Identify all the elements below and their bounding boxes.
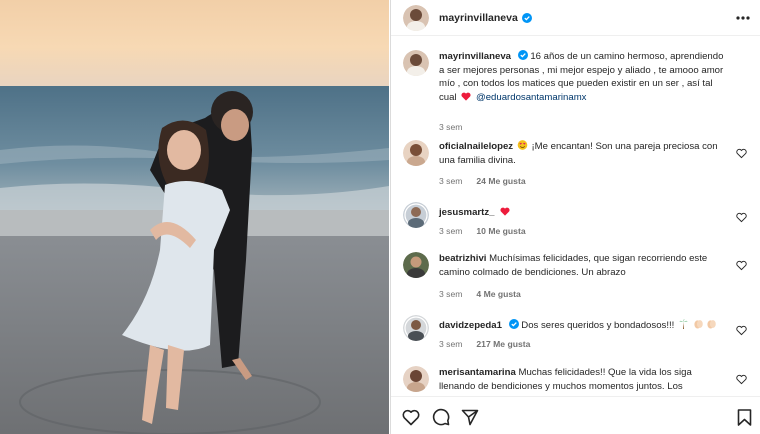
comment-meta: 3 sem 24 Me gusta [439,176,540,186]
comment-time[interactable]: 3 sem [439,226,462,236]
comment-likes[interactable]: 24 Me gusta [476,176,525,186]
comment-likes[interactable]: 4 Me gusta [476,289,520,299]
palm-tree-emoji-icon [679,319,688,329]
bookmark-icon[interactable] [734,407,754,427]
heart-outline-icon[interactable] [401,407,421,427]
heart-outline-icon[interactable] [736,374,747,385]
heart-outline-icon[interactable] [736,325,747,336]
red-heart-emoji-icon [500,207,510,216]
comment-username[interactable]: merisantamarina [439,367,516,378]
caption-mention-link[interactable]: @eduardosantamarinamx [476,92,587,103]
caption-text: mayrinvillaneva 16 años de un camino her… [439,50,727,104]
author-avatar[interactable] [403,4,429,31]
comment-meta: 3 sem 4 Me gusta [439,289,535,299]
verified-badge-icon [517,50,528,60]
clapping-hands-emoji-icon [707,320,717,329]
comment-meta: 3 sem 217 Me gusta [439,339,544,349]
comment-item: davidzepeda1 Dos seres queridos y bondad… [403,315,749,355]
caption: mayrinvillaneva 16 años de un camino her… [403,50,749,134]
verified-badge-icon [508,319,519,329]
comment-body: Dos seres queridos y bondadosos!!! [521,320,675,331]
caption-time[interactable]: 3 sem [439,122,462,132]
comment-item: beatrizhivi Muchísimas felicidades, que … [403,252,749,304]
comment-time[interactable]: 3 sem [439,289,462,299]
comment-username[interactable]: beatrizhivi [439,253,486,264]
comment-time[interactable]: 3 sem [439,176,462,186]
post-action-bar [391,396,760,434]
comment-item: oficialnailelopez ¡Me encantan! Son una … [403,140,749,190]
comment-text: merisantamarina Muchas felicidades!! Que… [439,366,727,393]
more-horizontal-icon[interactable] [733,8,753,28]
commenter-avatar[interactable] [403,315,429,341]
comment-text: jesusmartz_ [439,206,727,220]
post-detail-panel: mayrinvillaneva mayrinvillaneva 16 años … [390,0,760,434]
comment-icon[interactable] [431,407,451,427]
comment-text: davidzepeda1 Dos seres queridos y bondad… [439,319,727,333]
comment-meta: 3 sem 10 Me gusta [439,226,540,236]
comment-text: beatrizhivi Muchísimas felicidades, que … [439,252,727,279]
clapping-hands-emoji-icon [694,320,703,329]
commenter-avatar[interactable] [403,140,429,166]
comment-text: oficialnailelopez ¡Me encantan! Son una … [439,140,727,167]
verified-badge-icon [521,12,532,23]
heart-outline-icon[interactable] [736,148,747,159]
comment-item: merisantamarina Muchas felicidades!! Que… [403,366,749,395]
commenter-avatar[interactable] [403,366,429,392]
post-photo[interactable] [0,0,389,434]
comment-likes[interactable]: 10 Me gusta [476,226,525,236]
post-header: mayrinvillaneva [391,0,760,36]
caption-username[interactable]: mayrinvillaneva [439,51,511,62]
caption-meta: 3 sem [439,122,476,132]
comment-username[interactable]: jesusmartz_ [439,207,494,218]
comment-item: jesusmartz_ 3 sem 10 Me gusta [403,202,749,242]
comment-username[interactable]: oficialnailelopez [439,141,513,152]
author-username[interactable]: mayrinvillaneva [439,12,518,24]
caption-avatar[interactable] [403,50,429,76]
red-heart-emoji-icon [461,92,471,101]
send-icon[interactable] [460,407,480,427]
comment-username[interactable]: davidzepeda1 [439,320,502,331]
beach-couple-photo [0,0,389,434]
comment-likes[interactable]: 217 Me gusta [476,339,530,349]
comment-time[interactable]: 3 sem [439,339,462,349]
heart-eyes-emoji-icon [517,140,528,150]
commenter-avatar[interactable] [403,252,429,278]
heart-outline-icon[interactable] [736,212,747,223]
comments-list[interactable]: mayrinvillaneva 16 años de un camino her… [391,40,760,395]
heart-outline-icon[interactable] [736,260,747,271]
commenter-avatar[interactable] [403,202,429,228]
